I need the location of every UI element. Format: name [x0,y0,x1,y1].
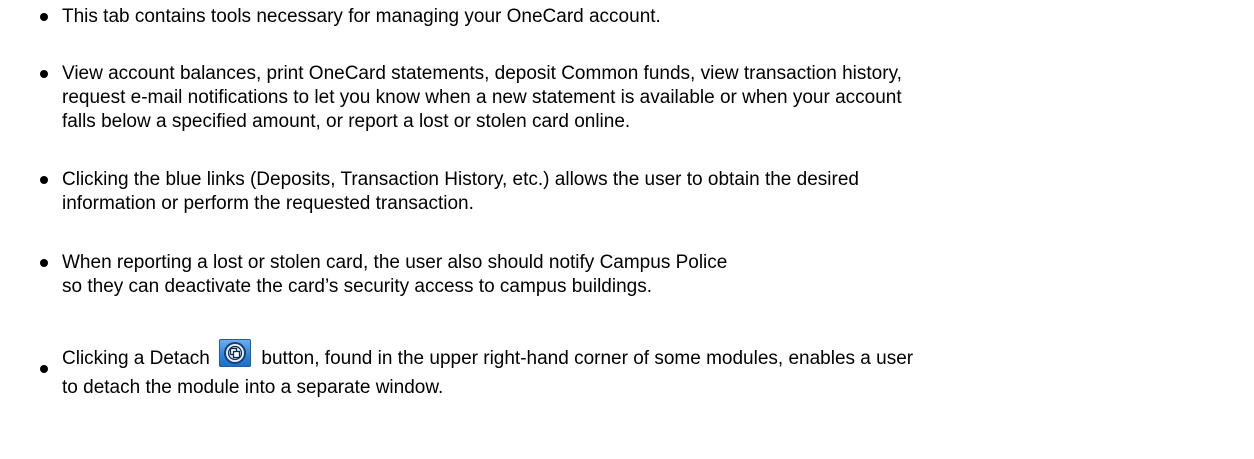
bullet-dot [40,365,48,373]
bullet-text: View account balances, print OneCard sta… [62,62,1222,134]
detach-rest-text: button, found in the upper right-hand co… [261,348,914,369]
detach-intro-text: Clicking a Detach [62,348,210,369]
bullet-line: This tab contains tools necessary for ma… [62,6,661,27]
bullet-line: Clicking the blue links (Deposits, Trans… [62,169,859,190]
bullet-line: View account balances, print OneCard sta… [62,63,902,84]
detach-icon [219,339,252,367]
bullet-dot [40,176,48,184]
bullet-line: to detach the module into a separate win… [62,377,444,398]
bullet-text: When reporting a lost or stolen card, th… [62,251,1222,299]
bullet-text: Clicking the blue links (Deposits, Trans… [62,168,1222,216]
bullet-dot [40,259,48,267]
bullet-line: request e-mail notifications to let you … [62,87,902,108]
bullet-dot [40,13,48,21]
bullet-dot [40,70,48,78]
bullet-line: so they can deactivate the card’s securi… [62,276,653,297]
bullet-text: This tab contains tools necessary for ma… [62,5,1222,29]
bullet-line: falls below a specified amount, or repor… [62,111,631,132]
bullet-line: information or perform the requested tra… [62,193,474,214]
bullet-line: Clicking a Detach button, found in the u… [62,335,1222,376]
bullet-line: When reporting a lost or stolen card, th… [62,252,728,273]
bullet-text: Clicking a Detach button, found in the u… [62,335,1222,400]
